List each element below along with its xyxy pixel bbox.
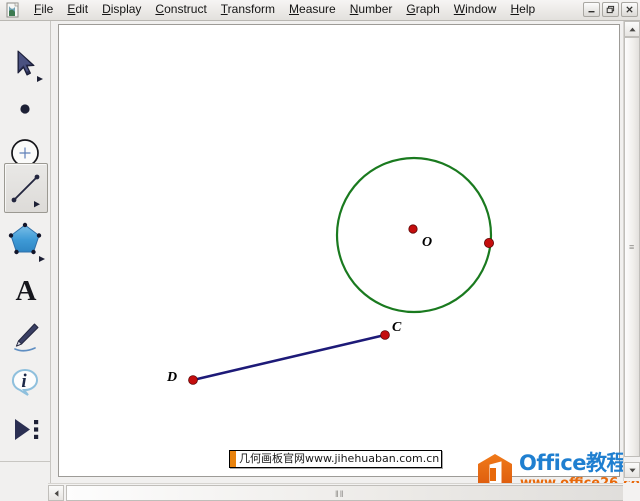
segment-cd[interactable] [191,333,387,382]
menu-display-label: isplay [110,2,142,16]
scroll-left-button[interactable] [48,485,64,501]
menu-construct-mnemonic: C [155,2,165,16]
point-c[interactable] [380,330,390,340]
chevron-up-icon [628,27,636,31]
chevron-left-icon [54,489,58,497]
tools-palette: A i [0,21,51,501]
office-logo-title: Office教程网 [519,451,640,475]
menu-graph[interactable]: Graph [399,1,446,19]
menu-construct-label: onstruct [164,2,207,16]
restore-icon [606,5,615,14]
scroll-thumb-grip: ‖‖ [335,489,345,499]
menu-edit-label: dit [75,2,89,16]
scroll-down-button[interactable] [624,462,640,478]
circle-o[interactable] [335,156,493,314]
info-bubble-icon: i [11,368,39,396]
marker-tool[interactable] [4,313,48,359]
menu-display[interactable]: Display [95,1,148,19]
scrollbar-corner [623,483,640,501]
menu-transform-mnemonic: T [220,2,228,16]
arrow-select-tool[interactable] [4,43,48,89]
scroll-up-button[interactable] [624,21,640,37]
menu-file[interactable]: File [27,1,60,19]
svg-text:i: i [21,371,27,392]
sketch-drawing [188,156,494,385]
svg-text:A: A [16,275,37,307]
geometers-sketchpad-window: File Edit Display Construct Transform Me… [0,0,640,501]
window-controls [583,2,638,17]
letter-a-icon: A [16,275,37,307]
custom-tools[interactable] [4,407,48,453]
scroll-thumb-grip: ≡ [629,242,635,252]
menu-graph-mnemonic: G [406,2,416,16]
menu-number-label: umber [358,2,393,16]
straightedge-line-tool[interactable] [4,163,48,213]
label-c[interactable]: C [392,320,401,336]
label-o[interactable]: O [422,235,432,251]
flyout-triangle-icon[interactable] [37,254,47,264]
text-tool[interactable]: A [4,267,48,313]
menu-construct[interactable]: Construct [148,1,213,19]
point-icon [20,104,30,114]
horizontal-scroll-thumb[interactable]: ‖‖ [66,485,624,501]
menu-window[interactable]: Window [447,1,504,19]
vertical-scrollbar[interactable]: ≡ [623,21,640,481]
watermark-text: 几何画板官网www.jihehuaban.com.cn [239,452,440,465]
chevron-down-icon [628,468,636,472]
line-segment-icon [11,174,40,208]
menu-window-mnemonic: W [453,2,466,16]
menu-file-label: ile [41,2,54,16]
menu-help[interactable]: Help [503,1,542,19]
polygon-tool[interactable] [4,217,48,265]
information-tool[interactable]: i [4,359,48,405]
menu-measure[interactable]: Measure [282,1,343,19]
menu-display-mnemonic: D [102,2,111,16]
horizontal-scrollbar[interactable]: ‖‖ [48,483,640,501]
toolbar-divider [0,461,50,462]
point-o[interactable] [408,224,418,234]
menu-measure-mnemonic: M [289,2,300,16]
flyout-triangle-icon[interactable] [35,74,45,84]
menu-transform[interactable]: Transform [214,1,282,19]
menu-measure-label: easure [299,2,336,16]
sketch-canvas[interactable]: O C D [58,24,620,477]
close-button[interactable] [621,2,638,17]
menu-graph-label: raph [415,2,440,16]
vertical-scroll-thumb[interactable]: ≡ [624,37,640,457]
minimize-icon [588,11,595,13]
restore-button[interactable] [602,2,619,17]
point-d[interactable] [188,375,198,385]
watermark-text-box[interactable]: 几何画板官网www.jihehuaban.com.cn [229,450,443,468]
minimize-button[interactable] [583,2,600,17]
menu-help-mnemonic: H [510,2,520,16]
menu-window-label: indow [465,2,497,16]
menu-transform-label: ransform [227,2,276,16]
close-icon [626,6,633,13]
pencil-marker-icon [14,323,39,352]
play-triangle-icon [15,419,39,440]
menu-bar: File Edit Display Construct Transform Me… [0,0,640,21]
point-on-circle[interactable] [483,237,494,248]
label-d[interactable]: D [167,370,177,386]
app-document-icon [5,2,21,18]
menu-number[interactable]: Number [343,1,400,19]
menu-edit[interactable]: Edit [60,1,95,19]
menu-help-label: elp [519,2,536,16]
